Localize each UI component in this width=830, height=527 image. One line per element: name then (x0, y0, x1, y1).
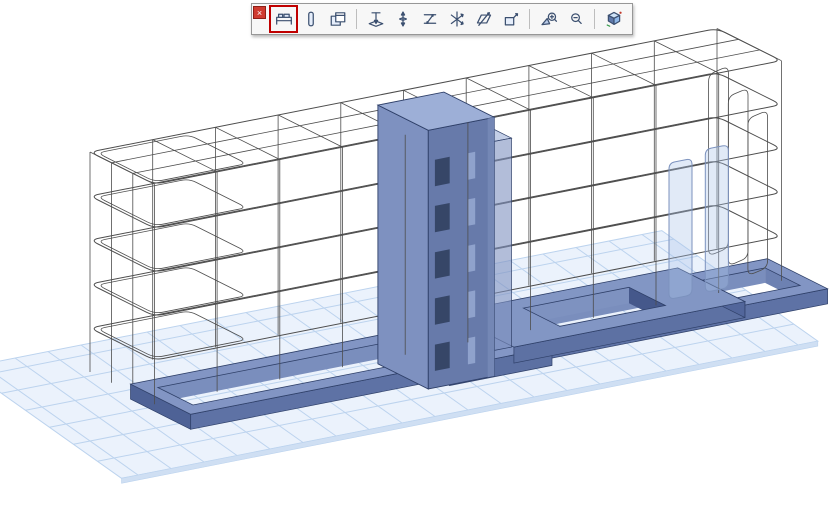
offset-element-icon[interactable] (498, 7, 523, 31)
vertical-element-tool-icon[interactable] (298, 7, 323, 31)
app-window: { "toolbar": { "close_glyph": "×", "icon… (0, 0, 830, 527)
close-button[interactable]: × (253, 6, 266, 19)
toolbar-separator (356, 9, 357, 29)
floating-edit-toolbar: × (251, 3, 633, 35)
zoom-in-icon[interactable] (536, 7, 561, 31)
zoom-out-icon[interactable] (563, 7, 588, 31)
viewport-3d[interactable] (0, 0, 830, 527)
stretch-element-icon[interactable] (417, 7, 442, 31)
marquee-frame-tool-icon[interactable] (271, 7, 296, 31)
toolbar-separator (529, 9, 530, 29)
elevate-element-icon[interactable] (390, 7, 415, 31)
duplicate-element-icon[interactable] (325, 7, 350, 31)
axonometry-view-icon[interactable] (601, 7, 626, 31)
skew-element-icon[interactable] (471, 7, 496, 31)
drag-element-icon[interactable] (363, 7, 388, 31)
building-model-svg (0, 0, 830, 527)
toolbar-separator (594, 9, 595, 29)
free-rotate-icon[interactable] (444, 7, 469, 31)
